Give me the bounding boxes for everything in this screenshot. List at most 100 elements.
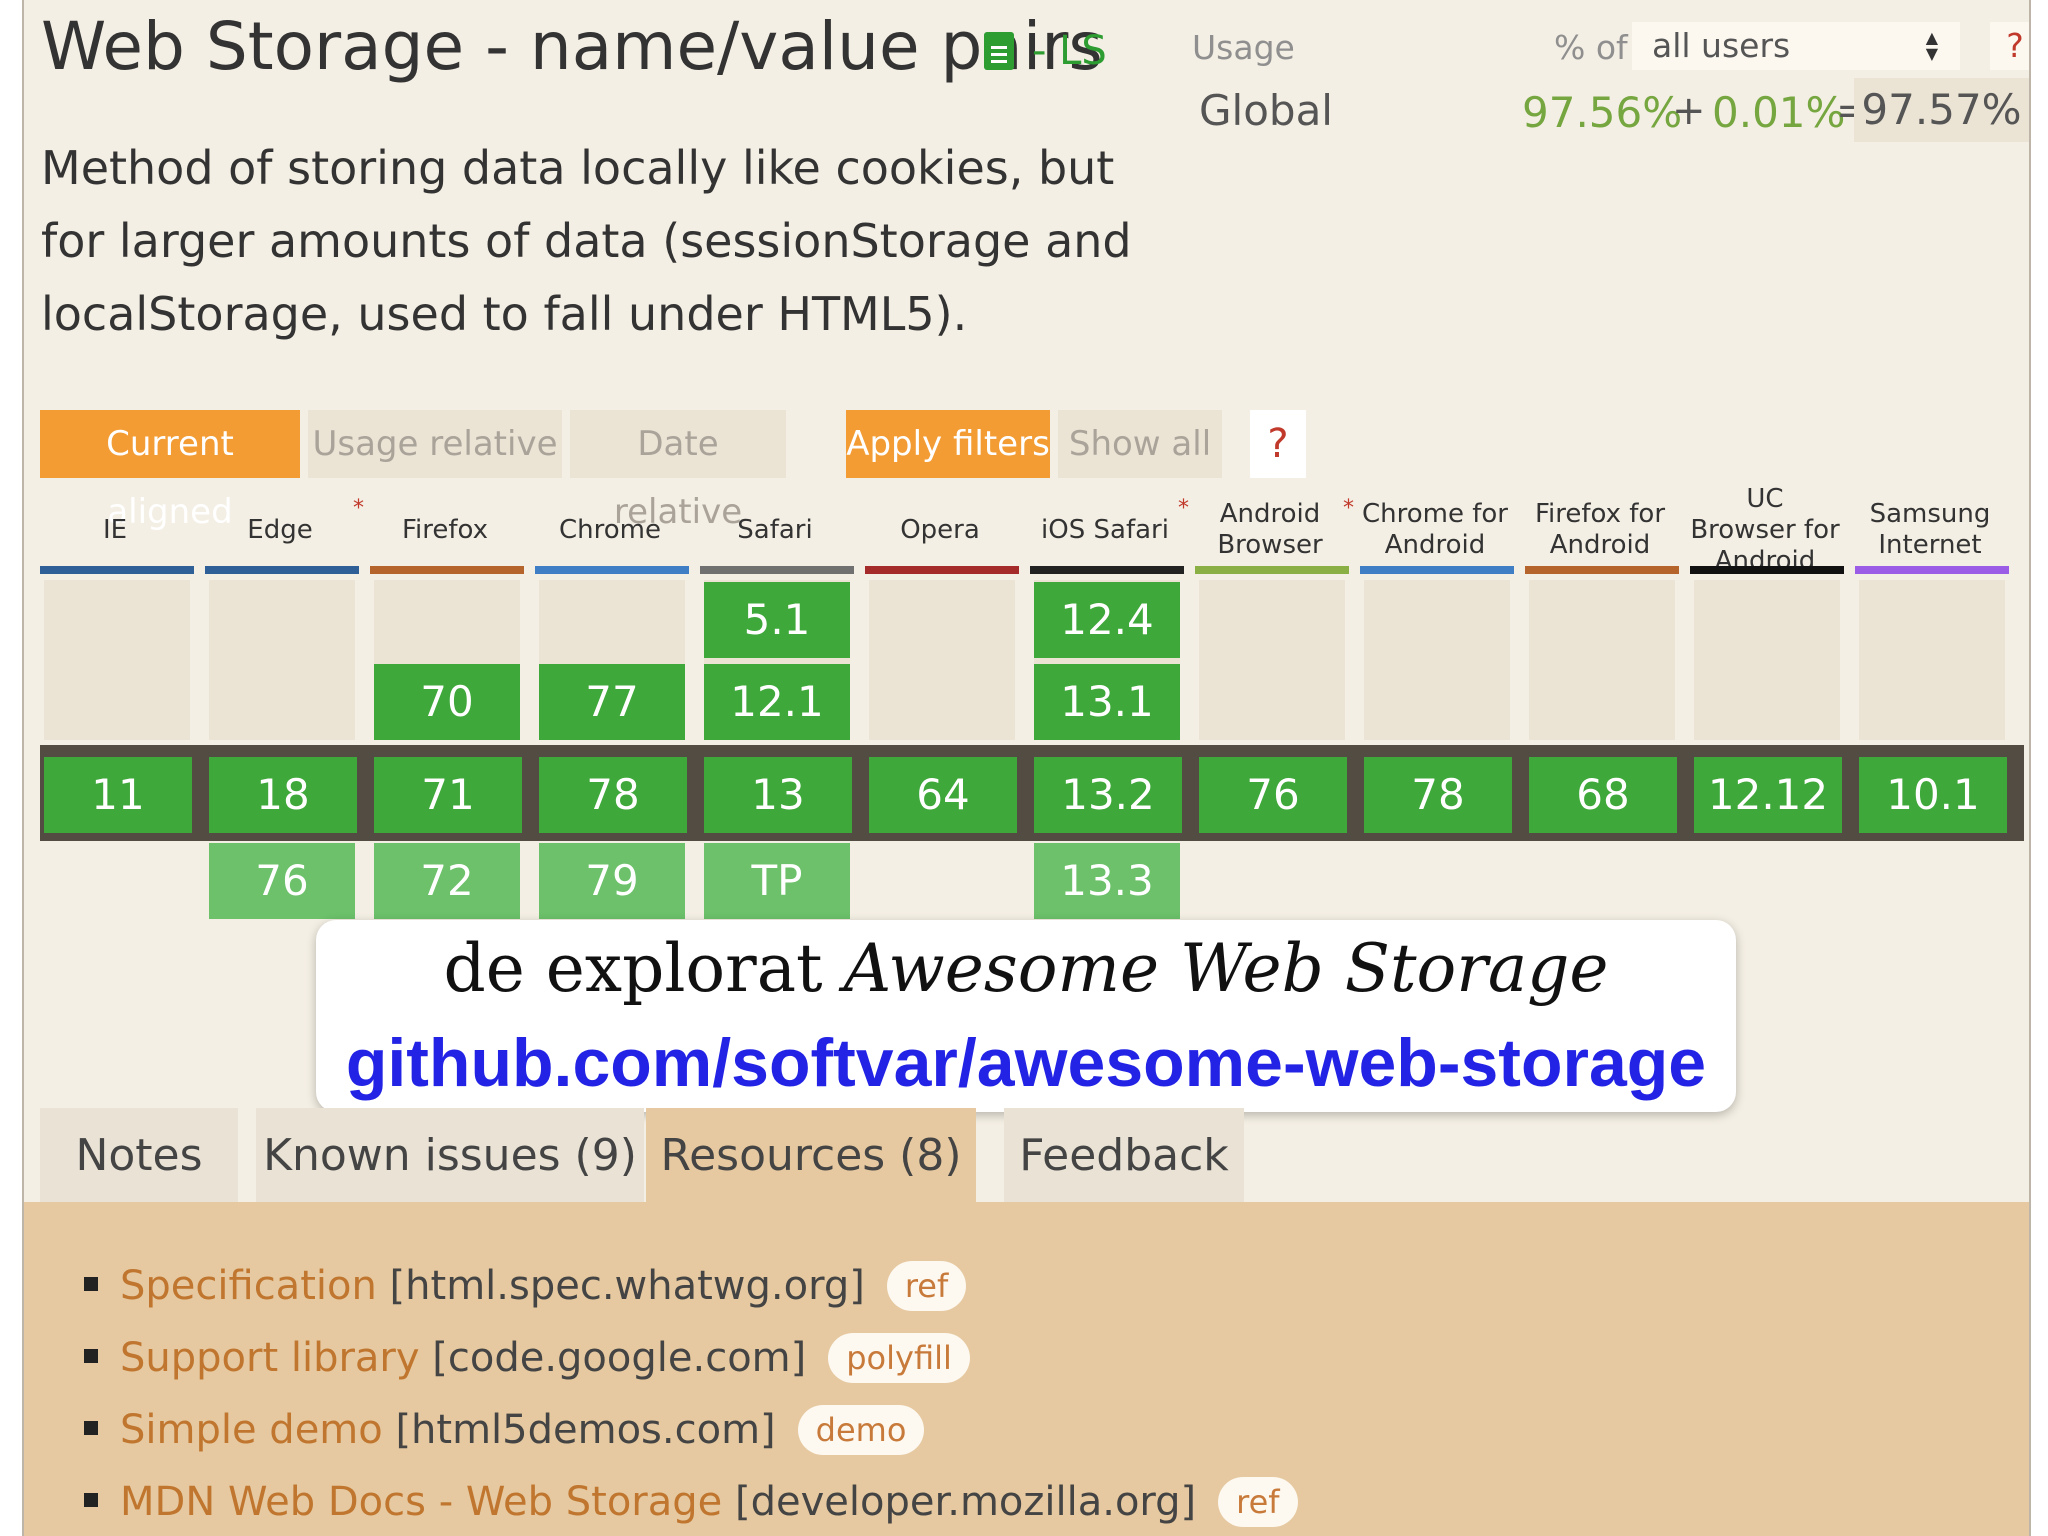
past-versions-column [1364, 580, 1510, 740]
current-version-cell[interactable]: 18 [209, 757, 357, 833]
future-version-cell[interactable]: 76 [209, 843, 355, 919]
past-versions-column [1529, 580, 1675, 740]
browser-header: iOS Safari [1041, 514, 1169, 545]
current-aligned-button[interactable]: Current aligned [40, 410, 300, 532]
date-relative-button[interactable]: Date relative [570, 410, 786, 532]
resource-link[interactable]: Specification [120, 1263, 377, 1309]
browser-color-bar [535, 566, 689, 574]
version-cell[interactable]: 13.1 [1034, 664, 1180, 740]
current-version-cell[interactable]: 78 [539, 757, 687, 833]
resource-tag: polyfill [828, 1333, 970, 1383]
resource-item: MDN Web Docs - Web Storage [developer.mo… [84, 1472, 1298, 1532]
tab-known-issues[interactable]: Known issues (9) [256, 1108, 644, 1204]
version-cell[interactable]: 12.4 [1034, 582, 1180, 658]
tab-notes[interactable]: Notes [40, 1108, 238, 1204]
resource-item: Simple demo [html5demos.com] demo [84, 1400, 925, 1460]
caption-repo-link[interactable]: github.com/softvar/awesome-web-storage [316, 1024, 1736, 1102]
full-support-percent: 97.56% [1522, 88, 1683, 137]
feature-title: Web Storage - name/value pairs [41, 8, 1103, 85]
version-cell[interactable]: 77 [539, 664, 685, 740]
tab-resources[interactable]: Resources (8) [646, 1108, 976, 1204]
past-versions-column [209, 580, 355, 740]
browser-color-bar [1360, 566, 1514, 574]
browser-header: Android Browser [1217, 499, 1323, 560]
resource-link[interactable]: Simple demo [120, 1407, 383, 1453]
current-version-cell[interactable]: 13 [704, 757, 852, 833]
global-label: Global [1199, 86, 1333, 135]
resource-link[interactable]: Support library [120, 1335, 420, 1381]
browser-color-bar [1690, 566, 1844, 574]
version-cell[interactable]: 5.1 [704, 582, 850, 658]
current-version-cell[interactable]: 11 [44, 757, 192, 833]
caption-emphasis: Awesome Web Storage [843, 930, 1609, 1007]
current-version-cell[interactable]: 12.12 [1694, 757, 1842, 833]
current-version-cell[interactable]: 76 [1199, 757, 1347, 833]
past-versions-column [44, 580, 190, 740]
browser-header: Safari [737, 514, 813, 545]
filters-help-button[interactable]: ? [1250, 410, 1306, 478]
usage-label: Usage [1192, 28, 1295, 67]
users-select[interactable]: all users ▲ ▼ [1632, 22, 1960, 70]
users-select-value: all users [1652, 26, 1791, 65]
browser-color-bar [1030, 566, 1184, 574]
browser-color-bar [40, 566, 194, 574]
resource-tag: demo [797, 1405, 925, 1455]
resource-source: [developer.mozilla.org] [734, 1479, 1197, 1525]
bullet-icon [84, 1349, 98, 1363]
apply-filters-button[interactable]: Apply filters [846, 410, 1050, 478]
caption-overlay: de explorat Awesome Web Storage github.c… [316, 920, 1736, 1112]
browser-header: Chrome for Android [1362, 499, 1508, 560]
tab-feedback[interactable]: Feedback [1004, 1108, 1244, 1204]
current-version-cell[interactable]: 68 [1529, 757, 1677, 833]
caniuse-page: Web Storage - name/value pairs - LS Meth… [22, 0, 2031, 1536]
spec-status-link[interactable]: - LS [1032, 28, 1107, 74]
usage-relative-button[interactable]: Usage relative [308, 410, 562, 478]
caption-line-1: de explorat Awesome Web Storage [443, 930, 1609, 1007]
bullet-icon [84, 1277, 98, 1291]
select-arrows-icon: ▲ ▼ [1925, 28, 1938, 63]
current-version-cell[interactable]: 78 [1364, 757, 1512, 833]
current-version-cell[interactable]: 13.2 [1034, 757, 1182, 833]
browser-header: Opera [900, 514, 980, 545]
past-versions-column [1694, 580, 1840, 740]
usage-help-button[interactable]: ? [1990, 22, 2029, 70]
note-asterisk: * [353, 496, 364, 521]
current-version-cell[interactable]: 10.1 [1859, 757, 2007, 833]
resource-source: [html5demos.com] [395, 1407, 776, 1453]
resource-link[interactable]: MDN Web Docs - Web Storage [120, 1479, 722, 1525]
browser-header: Chrome [559, 514, 661, 545]
future-version-cell[interactable]: 72 [374, 843, 520, 919]
browser-color-bar [865, 566, 1019, 574]
resource-source: [code.google.com] [432, 1335, 807, 1381]
version-cell[interactable]: 70 [374, 664, 520, 740]
document-icon[interactable] [984, 32, 1014, 70]
partial-support-percent: 0.01% [1712, 88, 1846, 137]
past-versions-column [869, 580, 1015, 740]
browser-header: Firefox [401, 514, 489, 545]
browser-color-bar [1855, 566, 2009, 574]
browser-header: Samsung Internet [1869, 499, 1991, 560]
resource-tag: ref [886, 1261, 967, 1311]
note-asterisk: * [1178, 496, 1189, 521]
resource-source: [html.spec.whatwg.org] [389, 1263, 865, 1309]
show-all-button[interactable]: Show all [1058, 410, 1222, 478]
resource-item: Specification [html.spec.whatwg.org] ref [84, 1256, 967, 1316]
past-versions-column [1199, 580, 1345, 740]
future-version-cell[interactable]: TP [704, 843, 850, 919]
browser-color-bar [1525, 566, 1679, 574]
future-version-cell[interactable]: 13.3 [1034, 843, 1180, 919]
current-version-cell[interactable]: 64 [869, 757, 1017, 833]
bullet-icon [84, 1421, 98, 1435]
browser-header: IE [102, 514, 128, 545]
resource-item: Support library [code.google.com] polyfil… [84, 1328, 970, 1388]
note-asterisk: * [1343, 496, 1354, 521]
version-cell[interactable]: 12.1 [704, 664, 850, 740]
total-support-percent: 97.57% [1854, 78, 2029, 142]
browser-color-bar [370, 566, 524, 574]
plus-sign: + [1672, 88, 1706, 134]
current-version-cell[interactable]: 71 [374, 757, 522, 833]
feature-description: Method of storing data locally like cook… [41, 141, 1132, 341]
future-version-cell[interactable]: 79 [539, 843, 685, 919]
browser-header: Firefox for Android [1534, 499, 1666, 560]
resource-tag: ref [1218, 1477, 1298, 1527]
